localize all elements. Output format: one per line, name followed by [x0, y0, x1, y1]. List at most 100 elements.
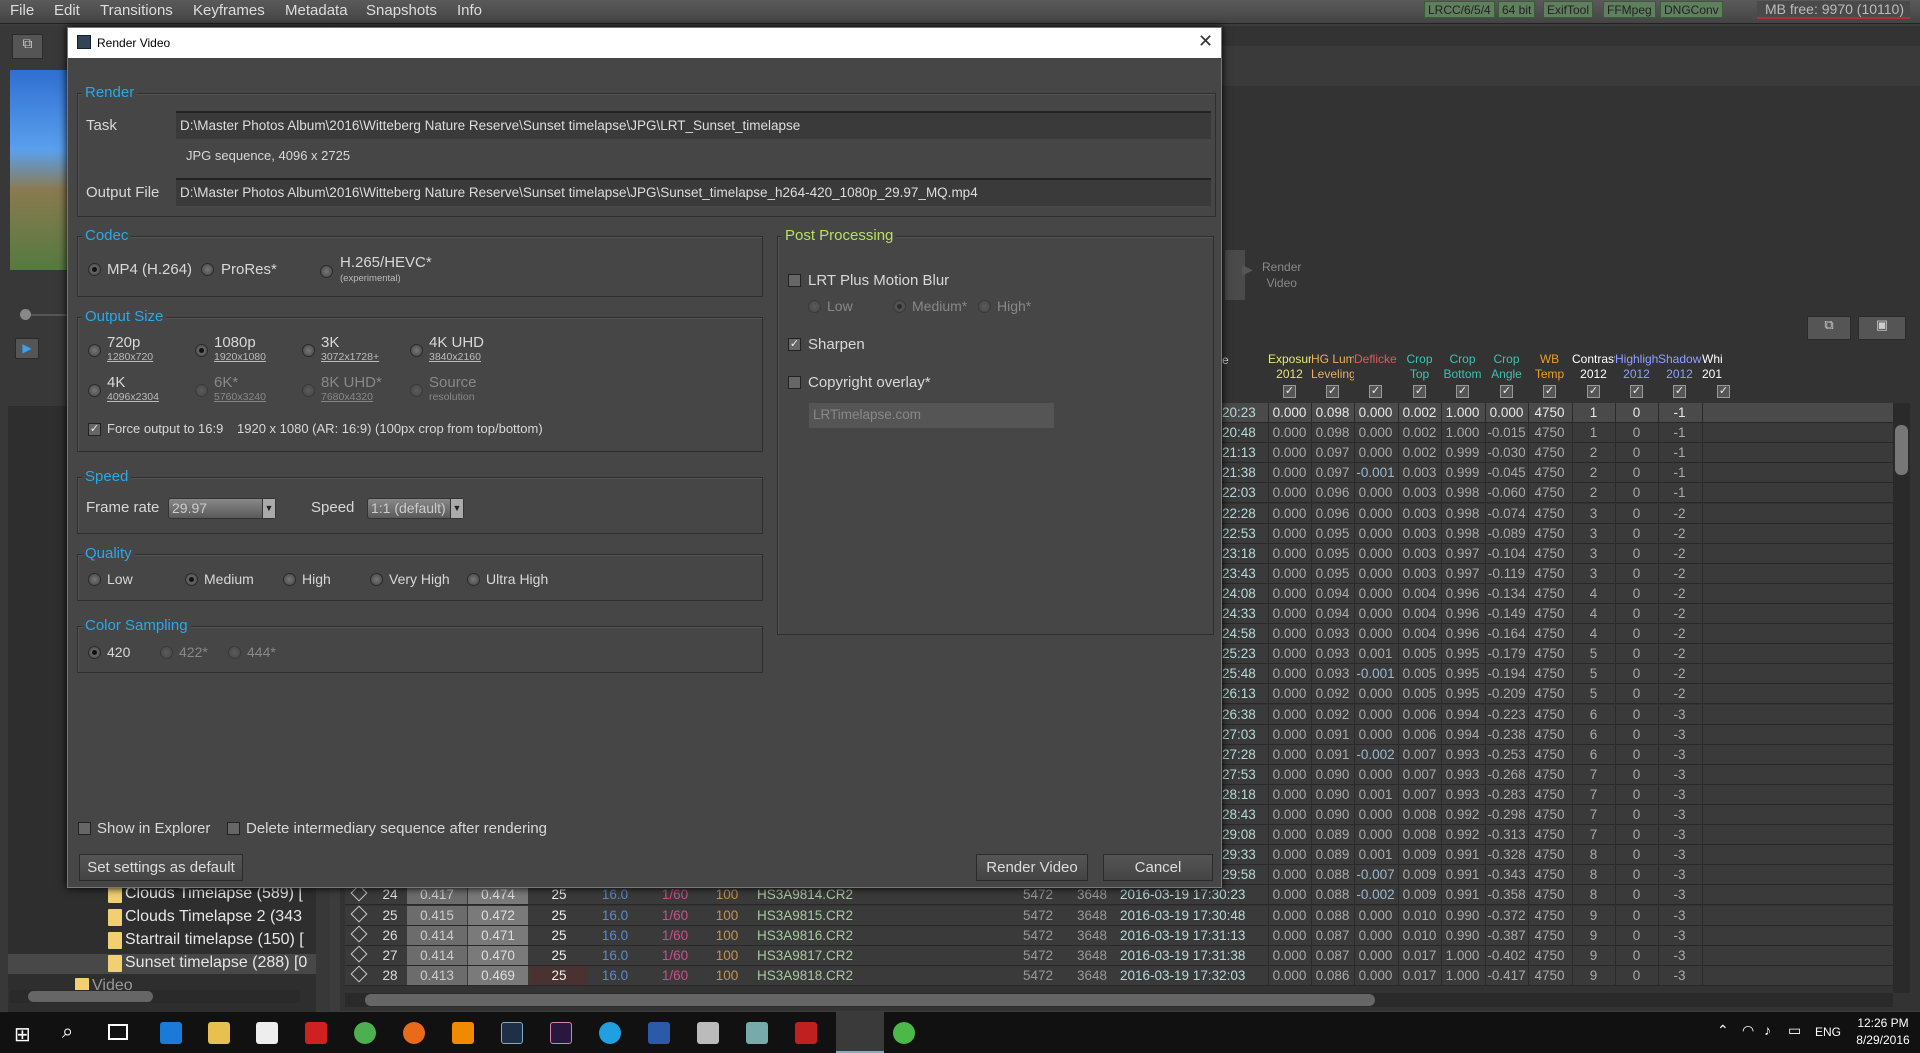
calculator-icon[interactable] [697, 1022, 719, 1044]
file-explorer-icon[interactable] [208, 1022, 230, 1044]
table-row[interactable]: 22:28 0.000 0.096 0.000 0.003 0.998 -0.074 4750… [1222, 503, 1893, 524]
column-checkbox[interactable]: ✓ [1283, 385, 1296, 398]
menu-file[interactable]: File [10, 2, 34, 19]
column-checkbox[interactable]: ✓ [1326, 385, 1339, 398]
table-row[interactable]: 21:13 0.000 0.097 0.000 0.002 0.999 -0.030 4750… [1222, 443, 1893, 464]
table-row[interactable]: 29:58 0.000 0.088 -0.007 0.009 0.991 -0.343 475… [1222, 865, 1893, 886]
snapshot-icon[interactable]: ⧉ [1807, 316, 1851, 340]
keyframe-diamond-icon[interactable] [350, 945, 368, 963]
quality-radio[interactable] [467, 573, 480, 586]
task-view-icon[interactable] [108, 1024, 128, 1040]
wifi-icon[interactable]: ◠ [1742, 1022, 1754, 1039]
play-icon[interactable]: ▶ [15, 338, 39, 359]
premiere-icon[interactable] [550, 1022, 572, 1044]
column-header[interactable]: HG Lum Leveling [1311, 352, 1354, 382]
motion-blur-low-radio[interactable] [808, 300, 821, 313]
table-row[interactable]: 27:28 0.000 0.091 -0.002 0.007 0.993 -0.253 475… [1222, 744, 1893, 765]
store-icon[interactable] [256, 1022, 278, 1044]
windows-start-icon[interactable]: ⊞ [14, 1022, 31, 1047]
column-header[interactable]: Crop Top [1398, 352, 1441, 382]
table-row[interactable]: 27:53 0.000 0.090 0.000 0.007 0.993 -0.268 4750… [1222, 764, 1893, 785]
app-icon[interactable] [746, 1022, 768, 1044]
firefox-icon[interactable] [403, 1022, 425, 1044]
table-row[interactable]: 29:33 0.000 0.089 0.001 0.009 0.991 -0.328 4750… [1222, 845, 1893, 866]
window-icon[interactable]: ▣ [1858, 316, 1906, 340]
column-checkbox[interactable]: ✓ [1456, 385, 1469, 398]
tree-item[interactable]: Startrail timelapse (150) [ [125, 931, 304, 949]
tray-chevron-icon[interactable]: ⌃ [1717, 1022, 1729, 1039]
column-header[interactable]: WB Temp [1528, 352, 1571, 382]
column-checkbox[interactable]: ✓ [1587, 385, 1600, 398]
language-indicator[interactable]: ENG [1815, 1025, 1841, 1039]
table-row[interactable]: 24:08 0.000 0.094 0.000 0.004 0.996 -0.134 4750… [1222, 583, 1893, 604]
table-row[interactable]: 20:48 0.000 0.098 0.000 0.002 1.000 -0.015 4750… [1222, 423, 1893, 444]
motion-blur-checkbox[interactable] [788, 274, 801, 287]
tree-item[interactable]: Clouds Timelapse 2 (343 [125, 908, 302, 926]
quality-radio[interactable] [185, 573, 198, 586]
speed-select[interactable]: 1:1 (default) ▼ [367, 498, 464, 519]
table-row[interactable]: 24:33 0.000 0.094 0.000 0.004 0.996 -0.149 4750… [1222, 604, 1893, 624]
sharpen-checkbox[interactable]: ✓ [788, 338, 801, 351]
menu-metadata[interactable]: Metadata [285, 2, 348, 19]
column-header[interactable]: Highlights 2012 [1615, 352, 1658, 382]
filezilla-icon[interactable] [795, 1022, 817, 1044]
table-row[interactable]: 22:03 0.000 0.096 0.000 0.003 0.998 -0.060 4750… [1222, 483, 1893, 504]
table-row[interactable]: 28:18 0.000 0.090 0.001 0.007 0.993 -0.283 4750… [1222, 784, 1893, 805]
keyframe-diamond-icon[interactable] [350, 965, 368, 983]
output-size-radio[interactable] [410, 384, 423, 397]
table-row[interactable]: 28 0.413 0.469 25 16.0 1/60 100 HS3A9818.CR2 547… [345, 965, 1893, 986]
table-row[interactable]: 22:53 0.000 0.095 0.000 0.003 0.998 -0.089 4750… [1222, 523, 1893, 544]
column-header[interactable]: Crop Angle [1485, 352, 1528, 382]
tree-item-selected[interactable]: Sunset timelapse (288) [0 [125, 954, 307, 972]
force-169-checkbox[interactable]: ✓ [88, 423, 101, 436]
menu-info[interactable]: Info [457, 2, 482, 19]
notification-icon[interactable]: ▭ [1788, 1022, 1801, 1039]
column-checkbox[interactable]: ✓ [1543, 385, 1556, 398]
column-header[interactable]: Exposure 2012 [1268, 352, 1311, 382]
scrollbar-thumb[interactable] [365, 994, 1375, 1006]
output-size-radio[interactable] [195, 344, 208, 357]
table-row[interactable]: 26 0.414 0.471 25 16.0 1/60 100 HS3A9816.CR2 547… [345, 925, 1893, 946]
volume-icon[interactable]: ♪ [1764, 1022, 1771, 1038]
table-row[interactable]: 20:23 0.000 0.098 0.000 0.002 1.000 0.000 4750 1… [1222, 403, 1893, 423]
cancel-button[interactable]: Cancel [1103, 854, 1213, 881]
preview-toggle-icon[interactable]: ⧉ [12, 34, 43, 59]
column-header[interactable]: Contrast 2012 [1572, 352, 1615, 382]
scrollbar-thumb[interactable] [28, 991, 153, 1002]
table-row[interactable]: 27 0.414 0.470 25 16.0 1/60 100 HS3A9817.CR2 547… [345, 945, 1893, 966]
column-header[interactable]: Whi 201 [1702, 352, 1732, 382]
motion-blur-high-radio[interactable] [978, 300, 991, 313]
edge-icon[interactable] [160, 1022, 182, 1044]
table-row[interactable]: 28:43 0.000 0.090 0.000 0.008 0.992 -0.298 4750… [1222, 805, 1893, 825]
lrtimelapse-taskbar-button[interactable] [836, 1012, 884, 1053]
table-row[interactable]: 21:38 0.000 0.097 -0.001 0.003 0.999 -0.045 475… [1222, 463, 1893, 484]
clock-date[interactable]: 8/29/2016 [1852, 1033, 1914, 1047]
task-field[interactable]: D:\Master Photos Album\2016\Witteberg Na… [176, 111, 1211, 139]
keyframe-diamond-icon[interactable] [350, 905, 368, 922]
column-checkbox[interactable]: ✓ [1673, 385, 1686, 398]
slider-handle[interactable] [20, 309, 31, 320]
output-size-radio[interactable] [410, 344, 423, 357]
color-sampling-radio[interactable] [160, 646, 173, 659]
tree-horizontal-scrollbar[interactable] [10, 990, 300, 1003]
upwork-icon[interactable] [893, 1022, 915, 1044]
search-icon[interactable]: ⌕ [62, 1021, 73, 1044]
table-row[interactable]: 27:03 0.000 0.091 0.000 0.006 0.994 -0.238 4750… [1222, 724, 1893, 745]
menu-snapshots[interactable]: Snapshots [366, 2, 437, 19]
chrome-icon[interactable] [354, 1022, 376, 1044]
table-row[interactable]: 25 0.415 0.472 25 16.0 1/60 100 HS3A9815.CR2 547… [345, 905, 1893, 926]
column-checkbox[interactable]: ✓ [1717, 385, 1730, 398]
table-row[interactable]: 25:23 0.000 0.093 0.001 0.005 0.995 -0.179 4750… [1222, 644, 1893, 665]
copyright-text-field[interactable]: LRTimelapse.com [809, 403, 1054, 428]
skype-icon[interactable] [599, 1022, 621, 1044]
table-row[interactable]: 23:18 0.000 0.095 0.000 0.003 0.997 -0.104 4750… [1222, 543, 1893, 564]
output-size-radio[interactable] [88, 384, 101, 397]
output-file-field[interactable]: D:\Master Photos Album\2016\Witteberg Na… [176, 178, 1211, 206]
codec-mp4-radio[interactable] [88, 263, 101, 276]
tree-item[interactable]: Video [92, 977, 133, 990]
quality-radio[interactable] [283, 573, 296, 586]
scrollbar-thumb[interactable] [1895, 425, 1908, 475]
codec-h265-radio[interactable] [320, 265, 333, 278]
column-checkbox[interactable]: ✓ [1630, 385, 1643, 398]
table-row[interactable]: 24 0.417 0.474 25 16.0 1/60 100 HS3A9814.CR2 547… [345, 884, 1893, 906]
